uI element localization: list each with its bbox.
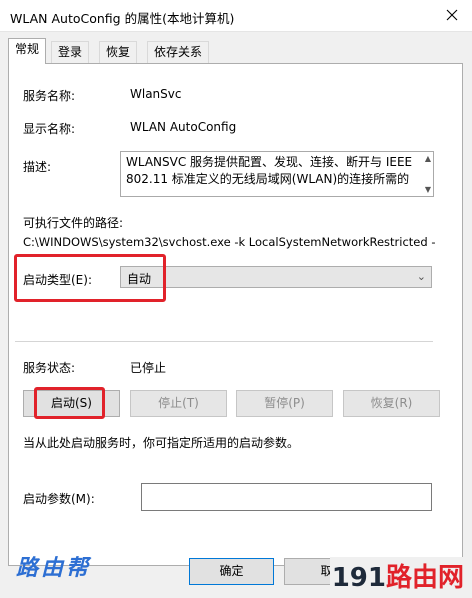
divider	[15, 341, 433, 342]
close-button[interactable]	[438, 3, 466, 27]
start-params-hint: 当从此处启动服务时，你可指定所适用的启动参数。	[23, 436, 300, 450]
resume-button[interactable]: 恢复(R)	[343, 390, 440, 417]
service-name-value: WlanSvc	[130, 87, 182, 101]
status-value: 已停止	[130, 361, 167, 375]
service-name-label: 服务名称:	[23, 89, 76, 103]
highlight-startup-type	[14, 254, 166, 302]
watermark-right: 191路由网	[329, 557, 466, 594]
tab-logon[interactable]: 登录	[51, 41, 90, 63]
tab-recovery[interactable]: 恢复	[99, 41, 138, 63]
status-label: 服务状态:	[23, 361, 76, 375]
description-line-2: 802.11 标准定义的无线局域网(WLAN)的连接所需的	[126, 172, 410, 186]
watermark-number: 191	[331, 563, 386, 593]
chevron-down-icon: ⌄	[416, 270, 426, 283]
scroll-up-icon[interactable]: ▲	[425, 154, 431, 163]
display-name-value: WLAN AutoConfig	[130, 120, 237, 134]
display-name-label: 显示名称:	[23, 122, 76, 136]
description-line-1: WLANSVC 服务提供配置、发现、连接、断开与 IEEE	[126, 155, 413, 169]
exe-path-value: C:\WINDOWS\system32\svchost.exe -k Local…	[23, 235, 436, 249]
start-params-label: 启动参数(M):	[23, 492, 95, 506]
ok-button[interactable]: 确定	[189, 558, 274, 585]
watermark-left: 路由帮	[16, 556, 92, 581]
startup-type-select[interactable]: 自动 ⌄	[120, 266, 432, 288]
highlight-start-button	[34, 387, 105, 419]
title-bar[interactable]: WLAN AutoConfig 的属性(本地计算机)	[0, 0, 472, 32]
window-title: WLAN AutoConfig 的属性(本地计算机)	[10, 11, 235, 26]
start-params-input[interactable]	[141, 483, 432, 511]
pause-button[interactable]: 暂停(P)	[236, 390, 333, 417]
stop-button[interactable]: 停止(T)	[130, 390, 227, 417]
watermark-text: 路由网	[385, 563, 464, 593]
description-label: 描述:	[23, 160, 52, 174]
dialog-body: 常规 登录 恢复 依存关系 服务名称: WlanSvc 显示名称: WLAN A…	[0, 32, 472, 598]
tab-general[interactable]: 常规	[8, 38, 47, 64]
description-box[interactable]: WLANSVC 服务提供配置、发现、连接、断开与 IEEE 802.11 标准定…	[120, 151, 434, 197]
scroll-down-icon[interactable]: ▼	[425, 185, 431, 194]
description-text: WLANSVC 服务提供配置、发现、连接、断开与 IEEE 802.11 标准定…	[126, 154, 413, 188]
exe-path-label: 可执行文件的路径:	[23, 216, 124, 230]
tab-dependencies[interactable]: 依存关系	[147, 41, 210, 63]
close-icon	[446, 9, 458, 21]
